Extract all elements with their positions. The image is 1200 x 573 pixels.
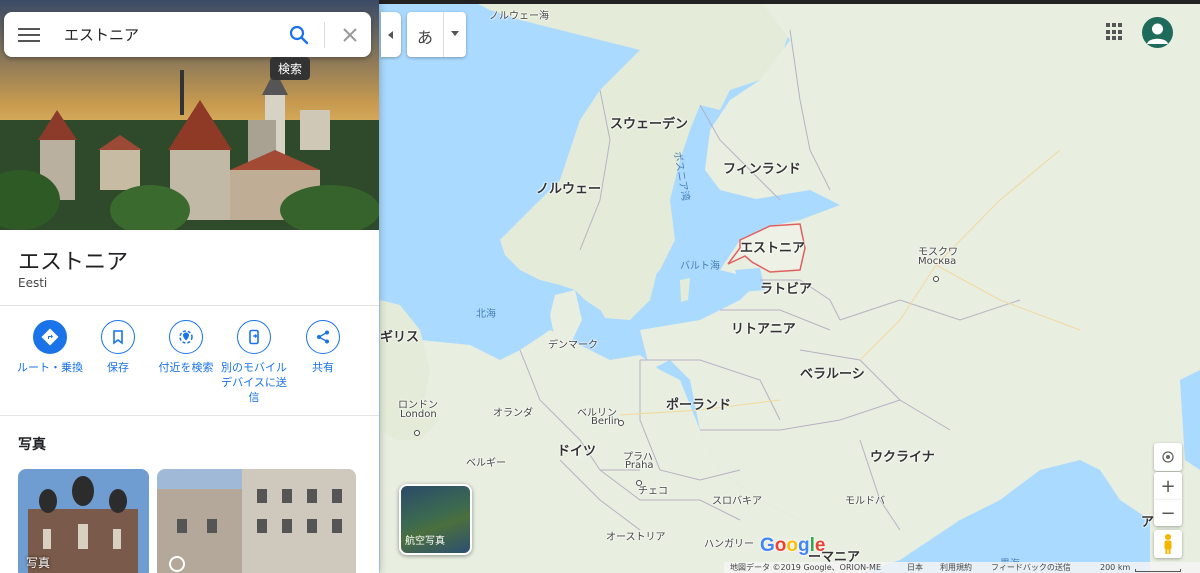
menu-button[interactable] [18,24,40,46]
my-location-button[interactable] [1154,443,1182,471]
search-divider [324,22,325,48]
place-title: エストニア [18,250,129,275]
map-label-sweden[interactable]: スウェーデン [610,113,688,132]
map-label-berlin[interactable]: Berlin [591,416,620,427]
directions-icon [41,328,59,346]
search-box: エストニア [4,12,371,57]
zoom-out-button[interactable]: − [1154,500,1182,526]
pegman-icon [1164,534,1172,554]
street-view-pegman[interactable] [1154,530,1182,558]
map-data-attribution: 地図データ ©2019 Google、ORION-ME [730,563,881,572]
scale-label[interactable]: 200 km [1100,562,1130,573]
photo-thumbnail[interactable] [157,469,356,573]
chevron-left-icon [388,30,393,39]
map-label-czech[interactable]: チェコ [638,482,668,497]
plus-icon: + [1160,475,1176,497]
map-label-norway[interactable]: ノルウェー [536,178,601,197]
map-label-poland[interactable]: ポーランド [666,394,731,413]
map-label-moscow[interactable]: Москва [918,256,956,267]
directions-label: ルート・乗換 [17,361,83,374]
chevron-down-icon [451,31,459,36]
locate-icon [1162,451,1174,463]
share-label: 共有 [312,361,334,374]
scale-bar [1135,569,1181,572]
feedback-link[interactable]: フィードバックの送信 [991,562,1071,573]
map-label-hungary[interactable]: ハンガリー [704,535,754,550]
city-dot-berlin [618,412,624,431]
search-tooltip: 検索 [270,57,311,80]
photos-heading: 写真 [18,437,46,453]
photo-thumbnail[interactable]: 写真 [18,469,149,573]
send-to-device-icon [249,329,259,345]
send-to-device-label: 別のモバイルデバイスに送信 [221,361,287,404]
account-avatar[interactable] [1142,17,1173,48]
map-label-estonia[interactable]: エストニア [740,237,805,256]
share-icon [317,330,329,344]
map-label-belarus[interactable]: ベラルーシ [800,363,865,382]
map-label-belgium[interactable]: ベルギー [466,454,506,469]
google-logo: Google [760,535,826,556]
city-dot-moscow [933,268,939,287]
map-label-baltic-sea: バルト海 [680,261,720,272]
search-button[interactable] [287,23,311,47]
map-label-moldova[interactable]: モルドバ [845,492,885,507]
satellite-label: 航空写真 [405,536,445,547]
city-dot-london [414,422,420,441]
map-label-slovakia[interactable]: スロバキア [712,492,762,507]
map-label-denmark[interactable]: デンマーク [548,336,598,351]
map-label-lithuania[interactable]: リトアニア [731,318,796,337]
search-input[interactable]: エストニア [64,24,139,45]
map-label-edge-right: ア [1141,515,1155,530]
terms-link[interactable]: 利用規約 [940,562,972,573]
map-label-uk[interactable]: ギリス [380,326,419,345]
clear-search-button[interactable] [338,23,362,47]
collapse-panel-button[interactable] [381,12,401,57]
photo-graphic [157,469,356,573]
satellite-toggle-button[interactable]: 航空写真 [399,484,472,555]
map-label-ukraine[interactable]: ウクライナ [870,446,935,465]
map-label-prague[interactable]: Praha [625,460,654,471]
divider [0,415,379,416]
map-label-finland[interactable]: フィンランド [723,158,801,177]
map-footer: 地図データ ©2019 Google、ORION-ME 日本 利用規約 フィード… [724,562,1200,573]
minus-icon: − [1160,502,1176,524]
country-link[interactable]: 日本 [907,562,923,573]
apps-icon [1106,23,1110,27]
map-label-austria[interactable]: オーストリア [606,528,666,543]
divider [0,305,379,306]
photo-label: 写真 [26,556,51,570]
apps-grid-button[interactable] [1106,23,1124,41]
share-button[interactable]: 共有 [289,320,357,375]
directions-button[interactable]: ルート・乗換 [16,320,84,375]
search-icon [289,25,309,45]
zoom-in-button[interactable]: + [1154,472,1182,500]
place-panel: エストニア 検索 エストニア Eesti ルート・乗換 保存 付近を検索 別のモ… [0,0,379,573]
nearby-label: 付近を検索 [158,361,214,374]
input-tools-label: あ [417,28,434,47]
person-icon [1147,23,1168,44]
close-icon [343,28,357,42]
map-label-london[interactable]: London [400,409,437,420]
nearby-button[interactable]: 付近を検索 [152,320,220,375]
input-tools-button[interactable]: あ [407,12,466,57]
map-label-germany[interactable]: ドイツ [557,440,596,459]
save-label: 保存 [107,361,129,374]
send-to-device-button[interactable]: 別のモバイルデバイスに送信 [220,320,288,405]
map-label-netherlands[interactable]: オランダ [493,404,533,419]
map-label-norwegian-sea: ノルウェー海 [489,11,549,22]
nearby-icon [179,330,193,344]
map-label-latvia[interactable]: ラトビア [760,278,812,297]
menu-icon [18,28,40,30]
place-subtitle: Eesti [18,276,48,290]
bookmark-icon [113,330,123,345]
map-label-north-sea: 北海 [476,309,496,320]
save-button[interactable]: 保存 [84,320,152,375]
